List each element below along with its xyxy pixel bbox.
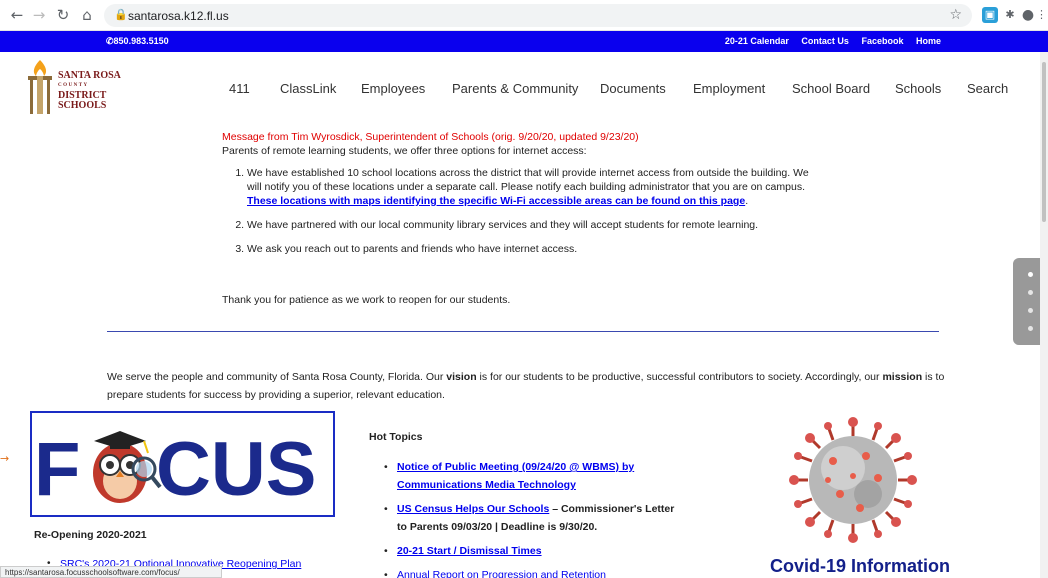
reopen-heading: Re-Opening 2020-2021 (34, 529, 147, 541)
covid-virus-icon[interactable] (788, 416, 918, 544)
scrollbar-thumb[interactable] (1042, 62, 1046, 222)
nav-parents-community[interactable]: Parents & Community (452, 81, 578, 96)
focus-logo-cus: CUS (156, 427, 316, 512)
section-dot-3[interactable] (1028, 308, 1033, 313)
lock-icon: 🔒 (114, 8, 128, 21)
superintendent-message: Message from Tim Wyrosdick, Superintende… (222, 130, 822, 266)
nav-school-board[interactable]: School Board (792, 81, 870, 96)
start-dismissal-link[interactable]: 20-21 Start / Dismissal Times (397, 545, 542, 557)
covid-info-title[interactable]: Covid-19 Information (770, 556, 950, 577)
top-link-facebook[interactable]: Facebook (861, 36, 903, 46)
list-item: We have established 10 school locations … (247, 166, 822, 208)
home-icon[interactable]: ⌂ (78, 6, 96, 24)
address-bar[interactable]: 🔒 santarosa.k12.fl.us ☆ (104, 4, 972, 27)
site-header: SANTA ROSA COUNTY DISTRICT SCHOOLS 411 C… (0, 52, 1048, 122)
vision-word: vision (446, 371, 477, 383)
top-link-calendar[interactable]: 20-21 Calendar (725, 36, 789, 46)
extension-icon[interactable]: ▣ (982, 7, 998, 23)
reload-icon[interactable]: ↻ (54, 6, 72, 24)
back-arrow-icon[interactable]: ← (8, 6, 26, 24)
status-bar-url: https://santarosa.focusschoolsoftware.co… (0, 566, 222, 578)
hot-topics-heading: Hot Topics (369, 431, 423, 443)
list-item: Annual Report on Progression and Retenti… (384, 566, 684, 578)
logo-line-4: SCHOOLS (58, 100, 107, 111)
section-dot-4[interactable] (1028, 326, 1033, 331)
message-intro: Parents of remote learning students, we … (222, 145, 587, 157)
browser-menu-icon[interactable]: ⋮ (1036, 7, 1047, 23)
focus-logo: F CUS (34, 427, 316, 512)
phone-icon: ✆ (106, 36, 114, 46)
vision-mission-text: We serve the people and community of San… (107, 368, 947, 404)
logo-line-1: SANTA ROSA (58, 70, 121, 81)
address-url[interactable]: santarosa.k12.fl.us (128, 9, 229, 23)
edge-arrow-icon: → (0, 452, 10, 465)
logo-text: SANTA ROSA COUNTY DISTRICT SCHOOLS (58, 71, 121, 111)
message-options-list: We have established 10 school locations … (222, 166, 822, 256)
nav-employees[interactable]: Employees (361, 81, 425, 96)
phone-text: 850.983.5150 (113, 36, 169, 46)
option-1-text: We have established 10 school locations … (247, 167, 809, 193)
puzzle-extensions-icon[interactable]: ✱ (1002, 7, 1018, 23)
nav-schools[interactable]: Schools (895, 81, 941, 96)
progression-report-link[interactable]: Annual Report on Progression and Retenti… (397, 569, 606, 578)
wifi-locations-link[interactable]: These locations with maps identifying th… (247, 195, 745, 207)
phone-number[interactable]: ✆850.983.5150 (106, 36, 169, 47)
vision-part-2: is for our students to be productive, su… (476, 371, 883, 383)
nav-classlink[interactable]: ClassLink (280, 81, 336, 96)
option-2-text: We have partnered with our local communi… (247, 219, 759, 231)
list-item: US Census Helps Our Schools – Commission… (384, 500, 684, 536)
section-dot-1[interactable] (1028, 272, 1033, 277)
section-dot-2[interactable] (1028, 290, 1033, 295)
nav-search[interactable]: Search (967, 81, 1008, 96)
mission-word: mission (882, 371, 923, 383)
nav-411[interactable]: 411 (229, 81, 250, 96)
message-title: Message from Tim Wyrosdick, Superintende… (222, 131, 639, 143)
focus-banner[interactable]: F CUS (30, 411, 335, 517)
list-item: 20-21 Start / Dismissal Times (384, 542, 684, 560)
public-meeting-link[interactable]: Notice of Public Meeting (09/24/20 @ WBM… (397, 461, 634, 491)
list-item: Notice of Public Meeting (09/24/20 @ WBM… (384, 458, 684, 494)
owl-mascot-icon (93, 431, 162, 503)
nav-employment[interactable]: Employment (693, 81, 765, 96)
option-1-end: . (745, 195, 749, 207)
vision-part-1: We serve the people and community of San… (107, 371, 447, 383)
thanks-text: Thank you for patience as we work to reo… (222, 294, 511, 306)
forward-arrow-icon[interactable]: → (30, 6, 48, 24)
top-links: 20-21 Calendar Contact Us Facebook Home (715, 36, 941, 46)
focus-logo-f: F (34, 427, 80, 512)
torch-emblem-icon (28, 60, 52, 114)
hot-topics-list: Notice of Public Meeting (09/24/20 @ WBM… (384, 458, 684, 578)
list-item: We have partnered with our local communi… (247, 218, 822, 232)
browser-toolbar: ← → ↻ ⌂ 🔒 santarosa.k12.fl.us ☆ ▣ ✱ ● ⋮ (0, 0, 1048, 31)
nav-documents[interactable]: Documents (600, 81, 666, 96)
bookmark-star-icon[interactable]: ☆ (949, 7, 962, 23)
option-3-text: We ask you reach out to parents and frie… (247, 243, 578, 255)
district-logo[interactable]: SANTA ROSA COUNTY DISTRICT SCHOOLS (20, 58, 130, 118)
census-link[interactable]: US Census Helps Our Schools (397, 503, 549, 515)
top-link-contact[interactable]: Contact Us (801, 36, 849, 46)
top-link-home[interactable]: Home (916, 36, 941, 46)
list-item: We ask you reach out to parents and frie… (247, 242, 822, 256)
top-utility-bar: ✆850.983.5150 20-21 Calendar Contact Us … (0, 31, 1048, 52)
profile-avatar-icon[interactable]: ● (1020, 7, 1036, 23)
section-divider (107, 331, 939, 332)
